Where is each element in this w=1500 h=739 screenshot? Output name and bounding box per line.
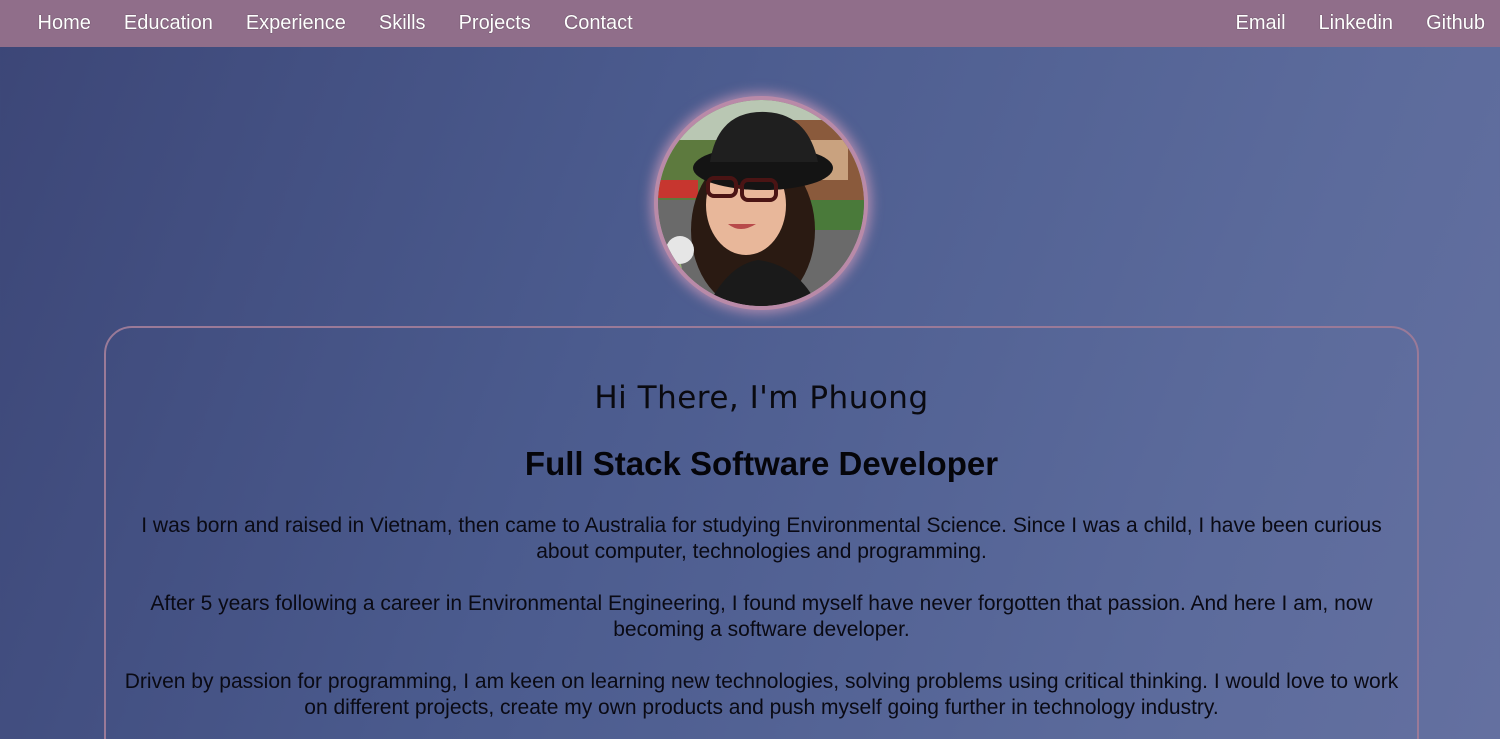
bio-paragraph: I was born and raised in Vietnam, then c… bbox=[141, 514, 1382, 563]
profile-photo bbox=[658, 100, 864, 306]
nav-home-link[interactable]: Home bbox=[21, 0, 107, 47]
greeting-heading: Hi There, I'm Phuong bbox=[594, 380, 929, 416]
nav-contact-link[interactable]: Contact bbox=[547, 0, 649, 47]
nav-email-link[interactable]: Email bbox=[1219, 0, 1302, 47]
nav-left-group: Home Education Experience Skills Project… bbox=[0, 0, 649, 47]
bio-paragraph: After 5 years following a career in Envi… bbox=[150, 592, 1373, 641]
nav-linkedin-link[interactable]: Linkedin bbox=[1302, 0, 1410, 47]
avatar bbox=[654, 96, 868, 310]
nav-github-link[interactable]: Github bbox=[1410, 0, 1500, 47]
bio-paragraph: Driven by passion for programming, I am … bbox=[124, 670, 1399, 719]
role-title: Full Stack Software Developer bbox=[524, 445, 999, 482]
nav-right-group: Email Linkedin Github bbox=[1219, 0, 1500, 47]
intro-card: Hi There, I'm Phuong Full Stack Software… bbox=[104, 326, 1419, 739]
nav-skills-link[interactable]: Skills bbox=[362, 0, 442, 47]
nav-projects-link[interactable]: Projects bbox=[442, 0, 547, 47]
top-navbar: Home Education Experience Skills Project… bbox=[0, 0, 1500, 47]
nav-education-link[interactable]: Education bbox=[107, 0, 229, 47]
nav-experience-link[interactable]: Experience bbox=[229, 0, 362, 47]
